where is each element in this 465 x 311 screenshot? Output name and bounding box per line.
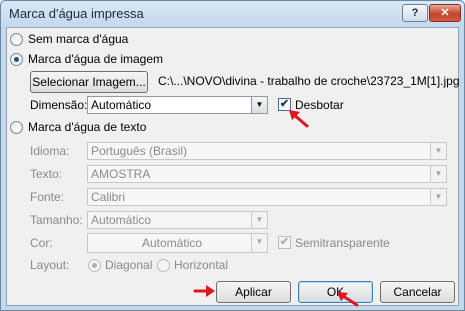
layout-horizontal-radio[interactable] xyxy=(157,259,170,272)
dialog-window: Marca d'água impressa ? ✕ Sem marca d'ág… xyxy=(0,0,465,311)
text-value: AMOSTRA xyxy=(91,167,151,181)
font-value: Calibri xyxy=(91,190,126,204)
select-image-button[interactable]: Selecionar Imagem... xyxy=(30,71,148,93)
semitransparent-label[interactable]: Semitransparente xyxy=(295,236,390,250)
dialog-title: Marca d'água impressa xyxy=(9,6,144,21)
language-value: Português (Brasil) xyxy=(91,144,188,158)
layout-horizontal-label[interactable]: Horizontal xyxy=(174,258,228,272)
text-combo[interactable]: AMOSTRA ▼ xyxy=(87,165,447,183)
size-value: Automático xyxy=(91,213,152,227)
cancel-button[interactable]: Cancelar xyxy=(380,281,455,303)
chevron-down-icon[interactable]: ▼ xyxy=(251,212,267,228)
semitransparent-checkbox[interactable]: ✔ xyxy=(278,236,291,249)
text-watermark-label[interactable]: Marca d'água de texto xyxy=(28,120,146,134)
annotation-arrow-icon xyxy=(193,285,215,297)
scale-combo[interactable]: Automático ▼ xyxy=(87,96,268,114)
annotation-arrow-icon xyxy=(289,110,309,128)
dialog-body: Sem marca d'água Marca d'água de imagem … xyxy=(6,27,460,307)
scale-value: Automático xyxy=(91,98,152,112)
chevron-down-icon[interactable]: ▼ xyxy=(430,166,446,182)
font-label: Fonte: xyxy=(30,190,65,204)
title-bar[interactable]: Marca d'água impressa ? ✕ xyxy=(1,1,464,27)
color-value: Automático xyxy=(142,236,203,250)
layout-label: Layout: xyxy=(30,258,70,272)
color-label: Cor: xyxy=(30,236,53,250)
help-button[interactable]: ? xyxy=(402,4,428,22)
apply-button[interactable]: Aplicar xyxy=(216,281,291,303)
size-label: Tamanho: xyxy=(30,213,83,227)
no-watermark-label[interactable]: Sem marca d'água xyxy=(28,32,128,46)
language-label: Idioma: xyxy=(30,144,70,158)
image-watermark-radio[interactable] xyxy=(10,53,23,66)
chevron-down-icon[interactable]: ▼ xyxy=(430,143,446,159)
scale-label: Dimensão: xyxy=(30,98,88,112)
annotation-arrow-icon xyxy=(337,292,359,307)
layout-diagonal-label[interactable]: Diagonal xyxy=(105,258,152,272)
language-combo[interactable]: Português (Brasil) ▼ xyxy=(87,142,447,160)
chevron-down-icon[interactable]: ▼ xyxy=(430,189,446,205)
chevron-down-icon[interactable]: ▼ xyxy=(251,234,267,252)
text-label: Texto: xyxy=(30,167,63,181)
chevron-down-icon[interactable]: ▼ xyxy=(251,97,267,113)
size-combo[interactable]: Automático ▼ xyxy=(87,211,268,229)
font-combo[interactable]: Calibri ▼ xyxy=(87,188,447,206)
image-path: C:\...\NOVO\divina - trabalho de croche\… xyxy=(158,74,460,88)
no-watermark-radio[interactable] xyxy=(10,33,23,46)
layout-diagonal-radio[interactable] xyxy=(88,259,101,272)
text-watermark-radio[interactable] xyxy=(10,121,23,134)
image-watermark-label[interactable]: Marca d'água de imagem xyxy=(28,52,163,66)
close-button[interactable]: ✕ xyxy=(429,4,461,22)
color-combo[interactable]: Automático ▼ xyxy=(87,233,268,253)
